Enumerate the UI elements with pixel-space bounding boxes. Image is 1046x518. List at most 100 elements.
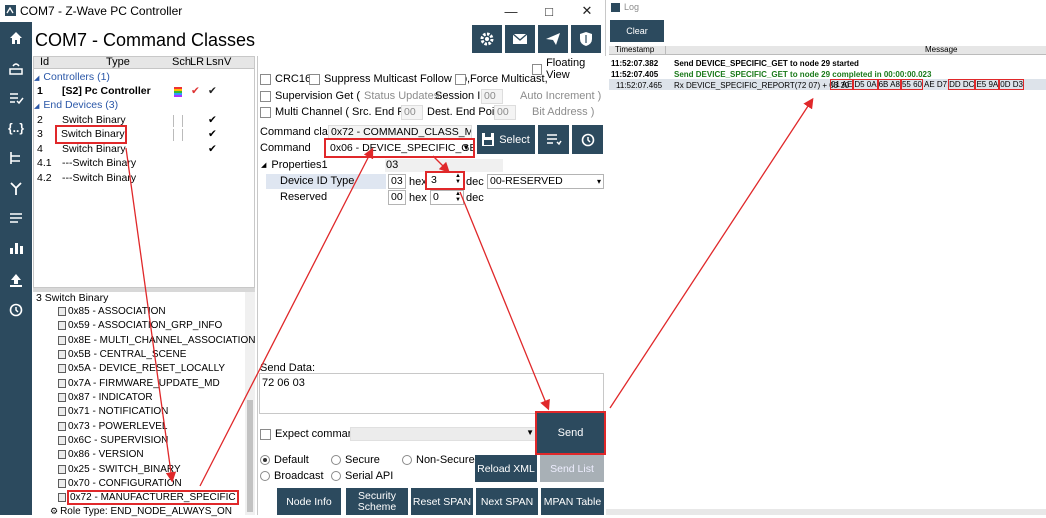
- network-icon[interactable]: [0, 56, 32, 80]
- node-row[interactable]: 4.1 ---Switch Binary: [34, 157, 254, 171]
- session-id-input[interactable]: 00: [481, 89, 503, 104]
- multi-channel-checkbox[interactable]: Multi Channel ( Src. End Point: [260, 106, 422, 118]
- select-button[interactable]: Select: [477, 125, 535, 154]
- suppress-multicast-checkbox[interactable]: Suppress Multicast Follow up,: [309, 73, 470, 85]
- cc-list-item[interactable]: 0x25 - SWITCH_BINARY: [58, 462, 181, 476]
- log-scrollbar[interactable]: [606, 509, 1046, 515]
- expect-command-dropdown[interactable]: ▼: [350, 427, 538, 441]
- node-row[interactable]: 3 Switch Binary ✔: [34, 125, 254, 144]
- expect-command-checkbox[interactable]: Expect command: [260, 428, 360, 440]
- reset-span-button[interactable]: Reset SPAN: [411, 488, 473, 515]
- default-radio[interactable]: Default: [260, 454, 309, 466]
- secure-radio[interactable]: Secure: [331, 454, 380, 466]
- tree-icon[interactable]: [0, 146, 32, 170]
- hex-label: hex: [409, 192, 427, 204]
- home-icon[interactable]: [0, 26, 32, 50]
- device-id-type-dec-input[interactable]: 3 ▲ ▼: [425, 171, 465, 190]
- src-end-point-input[interactable]: 00: [401, 105, 423, 120]
- command-class-field[interactable]: 0x72 - COMMAND_CLASS_MANU: [328, 125, 472, 140]
- bar-chart-icon[interactable]: [0, 236, 32, 260]
- log-message-completed: Send DEVICE_SPECIFIC_GET to node 29 comp…: [674, 70, 932, 79]
- cc-list-item[interactable]: 0x8E - MULTI_CHANNEL_ASSOCIATION: [58, 333, 255, 347]
- controllers-group[interactable]: ◢ Controllers (1): [34, 71, 110, 85]
- end-devices-group[interactable]: ◢ End Devices (3): [34, 99, 118, 113]
- cc-list-item[interactable]: 0x6C - SUPERVISION: [58, 433, 168, 447]
- close-button[interactable]: ✕: [568, 0, 606, 22]
- upload-icon[interactable]: [0, 268, 32, 292]
- clear-button[interactable]: Clear: [610, 20, 664, 42]
- cc-list-item[interactable]: 0x70 - CONFIGURATION: [58, 476, 182, 490]
- col-timestamp[interactable]: Timestamp: [615, 45, 654, 54]
- cc-list-item[interactable]: 0x5B - CENTRAL_SCENE: [58, 347, 186, 361]
- col-v[interactable]: V: [224, 56, 231, 68]
- log-title: Log: [624, 2, 640, 12]
- node-row-controller[interactable]: 1 [S2] Pc Controller ✔ ✔: [34, 85, 254, 99]
- send-list-button[interactable]: Send List: [540, 455, 604, 482]
- minimize-button[interactable]: —: [492, 0, 530, 22]
- dest-end-point-input[interactable]: 00: [494, 105, 516, 120]
- non-secure-radio[interactable]: Non-Secure: [402, 454, 475, 466]
- command-classes-icon[interactable]: {..}: [0, 116, 32, 140]
- device-id-type-label: Device ID Type: [280, 175, 355, 187]
- route-icon[interactable]: [0, 176, 32, 200]
- col-type[interactable]: Type: [106, 56, 130, 68]
- crc16-checkbox[interactable]: CRC16,: [260, 73, 314, 85]
- serial-api-radio[interactable]: Serial API: [331, 470, 393, 482]
- report-hex-bytes: 01 AE D5 0A 6B A8 55 60 AE D7 DD DC E5 9…: [829, 79, 1024, 90]
- mpan-table-button[interactable]: MPAN Table: [541, 488, 604, 515]
- spinner-arrows-icon[interactable]: ▲ ▼: [455, 191, 461, 203]
- file-icon: [58, 320, 66, 330]
- log-timestamp: 11:52:07.465: [616, 81, 663, 90]
- list-icon[interactable]: [0, 206, 32, 230]
- history-icon[interactable]: [0, 298, 32, 322]
- device-id-type-enum-dropdown[interactable]: 00-RESERVED ▾: [487, 174, 604, 189]
- next-span-button[interactable]: Next SPAN: [476, 488, 538, 515]
- security-button[interactable]: [571, 25, 601, 53]
- check-list-icon[interactable]: [0, 86, 32, 110]
- node-info-button[interactable]: Node Info: [277, 488, 341, 515]
- col-lr[interactable]: LR: [190, 56, 204, 68]
- device-id-type-hex-input[interactable]: 03: [388, 174, 406, 189]
- edit-list-button[interactable]: [538, 125, 569, 154]
- send-toolbar-button[interactable]: [538, 25, 568, 53]
- cc-list-item-selected[interactable]: 0x72 - MANUFACTURER_SPECIFIC: [58, 489, 239, 505]
- maximize-button[interactable]: □: [530, 0, 568, 22]
- cc-list-item[interactable]: 0x73 - POWERLEVEL: [58, 419, 167, 433]
- reserved-hex-input[interactable]: 00: [388, 190, 406, 205]
- window-title: COM7 - Z-Wave PC Controller: [20, 4, 183, 18]
- cc-list-item[interactable]: 0x59 - ASSOCIATION_GRP_INFO: [58, 318, 222, 332]
- node-row[interactable]: 4.2 ---Switch Binary: [34, 172, 254, 186]
- spinner-arrows-icon[interactable]: ▲ ▼: [455, 173, 461, 185]
- cc-list-item[interactable]: 0x7A - FIRMWARE_UPDATE_MD: [58, 376, 220, 390]
- cc-list-item[interactable]: 0x87 - INDICATOR: [58, 390, 153, 404]
- node-row[interactable]: 4 Switch Binary ✔: [34, 143, 254, 157]
- broadcast-radio[interactable]: Broadcast: [260, 470, 324, 482]
- history-button[interactable]: [572, 125, 603, 154]
- security-scheme-button[interactable]: Security Scheme: [346, 488, 408, 515]
- settings-button[interactable]: [472, 25, 502, 53]
- collapse-icon: ◢: [34, 103, 40, 110]
- supervision-get-checkbox[interactable]: Supervision Get (: [260, 90, 360, 102]
- send-data-textarea[interactable]: 72 06 03: [259, 373, 604, 414]
- log-title-bar: Log: [606, 0, 1046, 15]
- col-sch[interactable]: Sch: [172, 56, 191, 68]
- cc-list-item[interactable]: 0x86 - VERSION: [58, 447, 144, 461]
- cc-list-item[interactable]: 0x85 - ASSOCIATION: [58, 304, 166, 318]
- hex-label: hex: [409, 176, 427, 188]
- log-message-started: Send DEVICE_SPECIFIC_GET to node 29 star…: [674, 59, 859, 68]
- col-message[interactable]: Message: [925, 45, 957, 54]
- cc-list-item[interactable]: 0x5A - DEVICE_RESET_LOCALLY: [58, 361, 225, 375]
- cc-list-scrollbar[interactable]: [245, 292, 255, 515]
- mail-button[interactable]: [505, 25, 535, 53]
- col-lsn[interactable]: Lsn: [206, 56, 224, 68]
- send-button[interactable]: Send: [535, 411, 606, 455]
- properties-group[interactable]: ◢ Properties1: [261, 159, 328, 171]
- cc-list-item[interactable]: 0x71 - NOTIFICATION: [58, 404, 168, 418]
- col-id[interactable]: Id: [40, 56, 49, 68]
- reload-xml-button[interactable]: Reload XML: [475, 455, 537, 482]
- force-multicast-checkbox[interactable]: Force Multicast,: [455, 73, 548, 85]
- command-dropdown[interactable]: 0x06 - DEVICE_SPECIFIC_GET ▼: [324, 138, 475, 158]
- file-icon: [58, 392, 66, 402]
- scrollbar-thumb[interactable]: [247, 400, 253, 512]
- reserved-dec-input[interactable]: 0 ▲ ▼: [430, 190, 464, 205]
